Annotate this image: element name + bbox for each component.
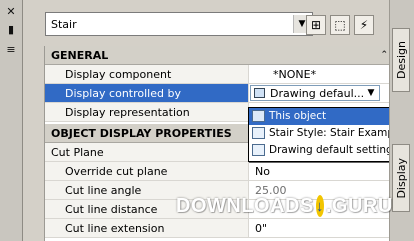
- edit-pickfirst-button[interactable]: ⚡: [354, 15, 374, 35]
- general-header[interactable]: GENERAL ⌃: [45, 46, 392, 65]
- display-component-label: Display component: [65, 68, 172, 81]
- object-type-selector[interactable]: Stair ▼: [45, 12, 313, 36]
- tab-design[interactable]: Design: [392, 28, 410, 92]
- menu-item-drawing-default[interactable]: Drawing default setting: [249, 142, 402, 159]
- quick-select-button[interactable]: ⬚: [330, 15, 350, 35]
- tab-design-label: Design: [394, 41, 408, 79]
- watermark-right: .GURU: [325, 194, 393, 217]
- menu-item-stair-style[interactable]: Stair Style: Stair Example: [249, 125, 404, 142]
- display-control-menu: This object Stair Style: Stair Example D…: [248, 107, 405, 162]
- selector-value: Stair: [51, 18, 77, 31]
- cut-line-angle-label: Cut line angle: [65, 184, 142, 197]
- chevron-down-icon[interactable]: ▼: [364, 86, 378, 100]
- override-cut-plane-value: No: [255, 165, 270, 178]
- row-cut-line-extension[interactable]: Cut line extension 0": [45, 219, 392, 238]
- lightning-icon: ⚡: [359, 18, 369, 32]
- cut-line-extension-value: 0": [255, 222, 268, 235]
- menu-item-this-object[interactable]: This object: [249, 108, 402, 125]
- plus-icon: ⊞: [310, 18, 322, 32]
- row-override-cut-plane[interactable]: Override cut plane No: [45, 162, 392, 181]
- drawing-icon: [252, 144, 265, 156]
- cut-line-distance-label: Cut line distance: [65, 203, 158, 216]
- tab-display-label: Display: [394, 157, 408, 199]
- close-icon[interactable]: ✕: [4, 5, 18, 17]
- menu-item-label: Stair Style: Stair Example: [269, 127, 404, 139]
- display-controlled-by-label: Display controlled by: [65, 87, 181, 100]
- cursor-icon: ⬚: [334, 18, 346, 32]
- add-selected-button[interactable]: ⊞: [306, 15, 326, 35]
- display-controlled-by-value: Drawing defaul...: [270, 87, 365, 100]
- tab-display[interactable]: Display: [392, 144, 410, 212]
- display-controlled-by-dropdown[interactable]: Drawing defaul... ▼: [250, 85, 380, 101]
- download-icon: ↓: [315, 195, 324, 217]
- watermark-left: DOWNLOADS: [176, 194, 314, 217]
- row-display-controlled-by[interactable]: Display controlled by Drawing defaul... …: [45, 84, 392, 103]
- top-bar: Stair ▼ ⊞ ⬚ ⚡: [22, 10, 390, 42]
- cut-line-extension-label: Cut line extension: [65, 222, 165, 235]
- collapse-icon[interactable]: ⌃: [380, 50, 388, 60]
- stair-style-icon: [252, 127, 265, 139]
- display-representation-label: Display representation: [65, 106, 190, 119]
- override-cut-plane-label: Override cut plane: [65, 165, 168, 178]
- object-display-title: OBJECT DISPLAY PROPERTIES: [51, 127, 232, 140]
- display-component-value: *NONE*: [273, 68, 317, 81]
- menu-item-label: Drawing default setting: [269, 144, 393, 156]
- object-icon: [252, 110, 265, 122]
- cut-plane-title: Cut Plane: [51, 146, 104, 159]
- watermark: DOWNLOADS ↓ .GURU: [176, 191, 392, 221]
- menu-icon[interactable]: ≡: [4, 43, 18, 55]
- general-title: GENERAL: [51, 49, 109, 62]
- menu-item-label: This object: [269, 110, 327, 122]
- left-toolstrip: ✕ ▮ ≡: [0, 0, 23, 241]
- row-display-component[interactable]: Display component *NONE*: [45, 65, 392, 84]
- drawing-icon: [254, 88, 265, 98]
- pin-icon[interactable]: ▮: [4, 23, 18, 35]
